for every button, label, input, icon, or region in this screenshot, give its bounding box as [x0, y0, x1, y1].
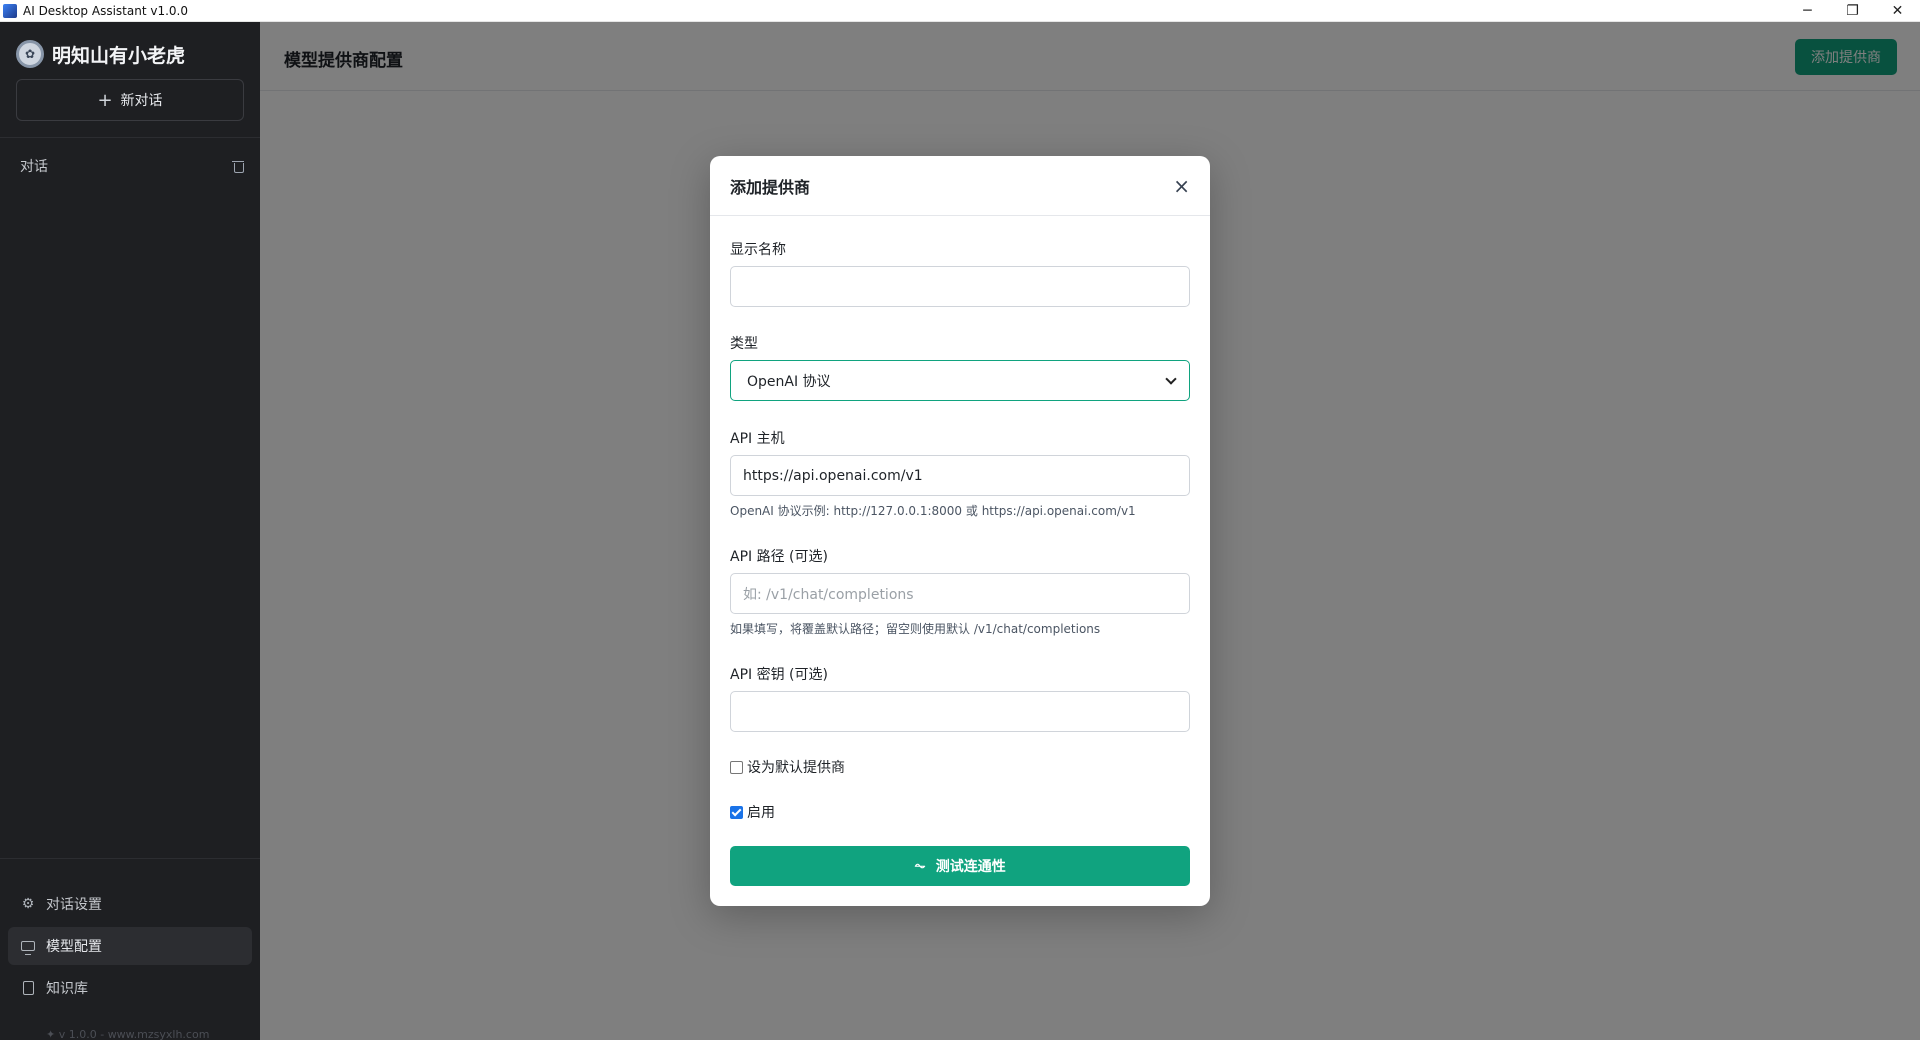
app-icon [3, 3, 17, 18]
version-text: v 1.0.0 [58, 1028, 97, 1040]
sidebar-item-model-config[interactable]: 模型配置 [8, 927, 252, 965]
set-default-label: 设为默认提供商 [747, 760, 845, 776]
enabled-label: 启用 [747, 805, 775, 821]
api-path-label: API 路径 (可选) [730, 549, 828, 565]
document-icon [20, 980, 36, 996]
conversations-header: 对话 [20, 156, 244, 176]
activity-icon: ⏦ [914, 858, 926, 874]
monitor-icon [20, 938, 36, 955]
maximize-button[interactable]: ❐ [1830, 0, 1875, 22]
set-default-checkbox[interactable] [730, 760, 743, 774]
type-select[interactable]: OpenAI 协议 [730, 360, 1190, 401]
dialog-title: 添加提供商 [730, 177, 811, 197]
api-host-label: API 主机 [730, 431, 785, 447]
display-name-input[interactable] [730, 266, 1190, 307]
type-selected-value: OpenAI 协议 [747, 373, 831, 390]
close-icon[interactable]: × [1173, 174, 1190, 198]
brand: ✿ 明知山有小老虎 [16, 40, 185, 68]
display-name-label: 显示名称 [730, 242, 786, 258]
brand-name: 明知山有小老虎 [52, 44, 186, 67]
api-host-hint: OpenAI 协议示例: http://127.0.0.1:8000 或 htt… [730, 504, 1136, 518]
api-key-input[interactable] [730, 691, 1190, 732]
test-connectivity-button[interactable]: ⏦ 测试连通性 [730, 846, 1190, 886]
sidebar-divider [0, 137, 260, 138]
sidebar-item-label: 知识库 [46, 981, 88, 997]
dialog-header: 添加提供商 × [710, 156, 1210, 216]
conversations-label: 对话 [20, 159, 48, 175]
sidebar-item-chat-settings[interactable]: ⚙ 对话设置 [8, 885, 252, 923]
api-path-hint: 如果填写，将覆盖默认路径；留空则使用默认 /v1/chat/completion… [730, 622, 1101, 636]
minimize-button[interactable]: ─ [1785, 0, 1830, 22]
api-host-input[interactable]: https://api.openai.com/v1 [730, 455, 1190, 496]
api-path-input[interactable]: 如: /v1/chat/completions [730, 573, 1190, 614]
brand-logo-icon: ✿ [16, 40, 44, 68]
chevron-down-icon [1165, 372, 1177, 385]
add-provider-dialog: 添加提供商 × 显示名称 类型 OpenAI 协议 API 主机 https:/… [710, 156, 1210, 906]
close-window-button[interactable]: ✕ [1875, 0, 1920, 22]
new-chat-button[interactable]: + 新对话 [16, 79, 244, 121]
sparkle-icon: ✦ [46, 1028, 59, 1040]
sidebar: ✿ 明知山有小老虎 + 新对话 对话 ⚙ 对话设置 模型配置 知识库 ✦ v 1… [0, 22, 260, 1040]
site-link[interactable]: www.mzsyxlh.com [108, 1028, 210, 1040]
version-footer: ✦ v 1.0.0 - www.mzsyxlh.com [46, 1028, 210, 1040]
sidebar-bottom-divider [0, 858, 260, 859]
trash-icon[interactable] [232, 160, 244, 173]
new-chat-label: 新对话 [120, 93, 163, 109]
sidebar-item-knowledge-base[interactable]: 知识库 [8, 969, 252, 1007]
window-title: AI Desktop Assistant v1.0.0 [23, 3, 188, 18]
plus-icon: + [97, 89, 113, 111]
type-label: 类型 [730, 336, 758, 352]
sidebar-item-label: 对话设置 [46, 897, 102, 913]
enabled-checkbox[interactable] [730, 805, 743, 819]
gear-icon: ⚙ [21, 896, 35, 912]
test-connectivity-label: 测试连通性 [935, 859, 1006, 875]
sidebar-item-label: 模型配置 [46, 939, 102, 955]
window-titlebar: AI Desktop Assistant v1.0.0 ─ ❐ ✕ [0, 0, 1920, 22]
set-default-checkbox-row[interactable]: 设为默认提供商 [730, 757, 845, 777]
api-key-label: API 密钥 (可选) [730, 667, 828, 683]
enabled-checkbox-row[interactable]: 启用 [730, 802, 775, 822]
